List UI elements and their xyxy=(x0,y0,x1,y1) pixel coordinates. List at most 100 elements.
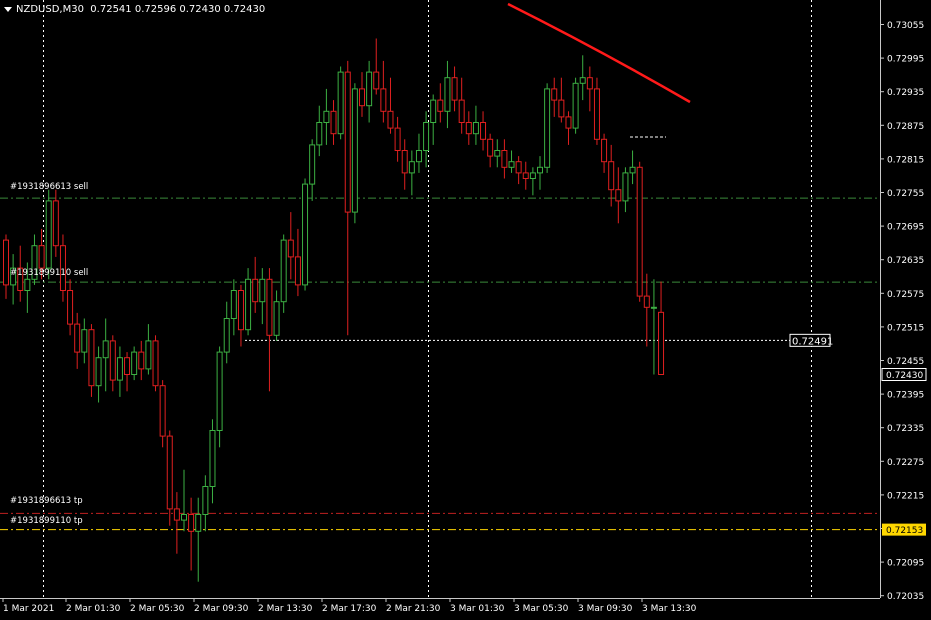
bear-candle[interactable] xyxy=(458,77,465,134)
bull-candle[interactable] xyxy=(444,60,451,129)
bear-candle[interactable] xyxy=(515,156,522,185)
bull-candle[interactable] xyxy=(309,139,316,201)
bull-candle[interactable] xyxy=(181,469,187,532)
bear-candle[interactable] xyxy=(586,66,593,112)
bear-candle[interactable] xyxy=(615,167,622,224)
bear-candle[interactable] xyxy=(52,189,59,257)
bear-candle[interactable] xyxy=(152,335,159,392)
order-label-sell-2[interactable]: #1931899110 sell xyxy=(10,268,88,278)
bull-candle[interactable] xyxy=(280,234,287,313)
bear-candle[interactable] xyxy=(109,335,116,392)
bull-candle[interactable] xyxy=(81,318,88,364)
bull-candle[interactable] xyxy=(508,150,515,173)
bear-candle[interactable] xyxy=(401,139,408,190)
candle-body xyxy=(658,311,665,375)
bull-candle[interactable] xyxy=(95,346,102,403)
bull-candle[interactable] xyxy=(131,346,138,381)
bear-candle[interactable] xyxy=(522,161,529,190)
bull-candle[interactable] xyxy=(273,290,280,341)
order-label-tp-2[interactable]: #1931899110 tp xyxy=(10,516,83,526)
bear-candle[interactable] xyxy=(373,38,380,95)
bear-candle[interactable] xyxy=(465,111,472,145)
bear-candle[interactable] xyxy=(359,72,365,117)
candlestick-chart[interactable]: 0.72491 0.73055 0.72995 0.72935 0.72875 0.72… xyxy=(0,0,931,620)
bull-candle[interactable] xyxy=(650,279,657,375)
bear-candle[interactable] xyxy=(636,161,643,302)
bear-candle[interactable] xyxy=(294,228,301,297)
bull-candle[interactable] xyxy=(259,268,266,325)
bull-candle[interactable] xyxy=(366,60,373,123)
bull-candle[interactable] xyxy=(337,66,344,140)
bear-candle[interactable] xyxy=(138,340,145,381)
bull-candle[interactable] xyxy=(10,254,17,305)
bear-candle[interactable] xyxy=(287,212,294,280)
bear-candle[interactable] xyxy=(88,324,95,397)
bear-candle[interactable] xyxy=(643,273,650,347)
bull-candle[interactable] xyxy=(302,178,309,291)
bull-candle[interactable] xyxy=(579,55,586,101)
bull-candle[interactable] xyxy=(116,346,123,397)
bull-candle[interactable] xyxy=(494,139,501,168)
bull-candle[interactable] xyxy=(202,475,209,532)
bull-candle[interactable] xyxy=(423,111,430,168)
bull-candle[interactable] xyxy=(472,105,479,145)
price-marker-label: 0.72491 xyxy=(792,336,833,347)
dropdown-triangle-icon[interactable] xyxy=(4,6,12,12)
bear-candle[interactable] xyxy=(124,352,131,392)
bear-candle[interactable] xyxy=(601,133,608,173)
bull-candle[interactable] xyxy=(415,133,422,173)
bear-candle[interactable] xyxy=(173,492,180,554)
bull-candle[interactable] xyxy=(230,279,237,336)
bear-candle[interactable] xyxy=(344,60,351,336)
bear-candle[interactable] xyxy=(74,312,81,369)
bull-candle[interactable] xyxy=(529,167,536,196)
bull-candle[interactable] xyxy=(323,88,330,145)
bear-candle[interactable] xyxy=(394,116,401,162)
bear-candle[interactable] xyxy=(593,77,600,145)
bull-candle[interactable] xyxy=(195,497,202,582)
candles[interactable] xyxy=(3,38,665,582)
bull-candle[interactable] xyxy=(223,301,230,364)
bear-candle[interactable] xyxy=(480,111,487,151)
bear-candle[interactable] xyxy=(380,60,387,123)
bear-candle[interactable] xyxy=(166,430,173,526)
bear-candle[interactable] xyxy=(266,268,273,392)
bull-candle[interactable] xyxy=(209,419,216,504)
order-label-tp-1[interactable]: #1931896613 tp xyxy=(10,496,83,506)
bear-candle[interactable] xyxy=(658,281,665,375)
bull-candle[interactable] xyxy=(216,346,223,448)
order-label-sell-1[interactable]: #1931896613 sell xyxy=(10,182,88,192)
price-tick-label: 0.72635 xyxy=(887,256,924,266)
bear-candle[interactable] xyxy=(551,77,558,117)
bear-candle[interactable] xyxy=(237,284,244,347)
bull-candle[interactable] xyxy=(316,105,323,157)
bear-candle[interactable] xyxy=(501,139,508,179)
bull-candle[interactable] xyxy=(544,83,551,173)
bear-candle[interactable] xyxy=(330,100,337,145)
bull-candle[interactable] xyxy=(45,189,52,280)
bull-candle[interactable] xyxy=(622,167,629,213)
bull-candle[interactable] xyxy=(102,318,109,392)
bear-candle[interactable] xyxy=(451,66,458,112)
bear-candle[interactable] xyxy=(252,256,259,313)
bear-candle[interactable] xyxy=(3,234,9,299)
bull-candle[interactable] xyxy=(245,268,252,336)
bear-candle[interactable] xyxy=(159,380,166,448)
trendline[interactable] xyxy=(507,2,691,104)
bull-candle[interactable] xyxy=(351,83,358,224)
bear-candle[interactable] xyxy=(67,279,74,336)
bull-candle[interactable] xyxy=(572,77,579,134)
bear-candle[interactable] xyxy=(608,144,615,207)
bear-candle[interactable] xyxy=(188,497,195,571)
bull-candle[interactable] xyxy=(145,324,152,375)
bull-candle[interactable] xyxy=(430,94,437,145)
trendline-path[interactable] xyxy=(507,2,691,104)
bull-candle[interactable] xyxy=(408,150,415,196)
bull-candle[interactable] xyxy=(537,156,543,190)
bear-candle[interactable] xyxy=(558,77,565,123)
bear-candle[interactable] xyxy=(487,133,494,168)
bear-candle[interactable] xyxy=(387,77,394,134)
bear-candle[interactable] xyxy=(565,111,572,145)
bear-candle[interactable] xyxy=(437,83,444,123)
bull-candle[interactable] xyxy=(629,150,636,185)
